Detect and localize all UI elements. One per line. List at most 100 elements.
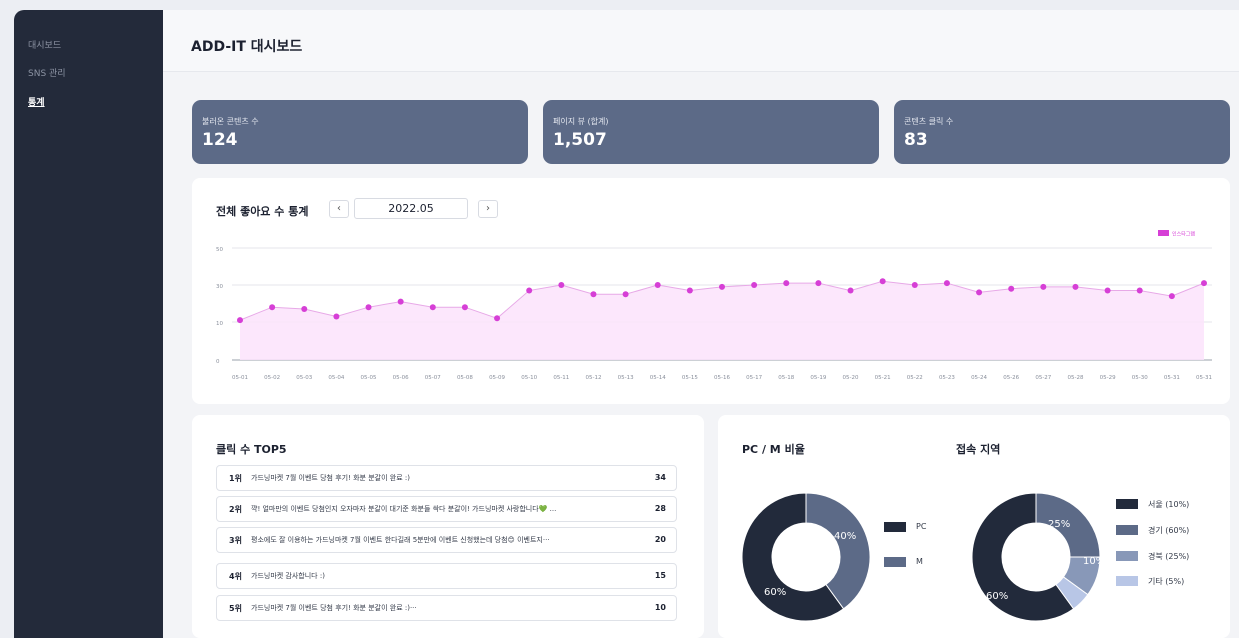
legend-swatch-etc xyxy=(1116,576,1138,586)
x-tick-label: 05-02 xyxy=(264,375,280,381)
row-title: 가드닝마켓 7월 이벤트 당첨 후기! 화분 분갈이 완료 :) xyxy=(251,474,410,482)
pie-charts-card: PC / M 비율 접속 지역 60% 40% 60% 25% 10% PC M 서울 … xyxy=(718,415,1230,638)
x-tick-label: 05-13 xyxy=(618,375,634,381)
legend-label-gyeongbuk: 경북 (25%) xyxy=(1148,552,1190,561)
sidebar: 대시보드 SNS 관리 통계 xyxy=(14,10,163,638)
stat-card-contents: 불러온 콘텐츠 수 124 xyxy=(192,100,528,164)
x-tick-label: 05-10 xyxy=(521,375,537,381)
data-point xyxy=(943,280,950,287)
legend-swatch-gyeonggi xyxy=(1116,525,1138,535)
x-tick-label: 05-24 xyxy=(971,375,987,381)
legend-label-gyeonggi: 경기 (60%) xyxy=(1148,526,1190,535)
slice-label: 25% xyxy=(1048,519,1070,530)
row-title: 가드닝마켓 7월 이벤트 당첨 후기! 화분 분갈이 완료 :)··· xyxy=(251,604,417,612)
data-point xyxy=(1104,287,1111,294)
top5-row[interactable]: 3위 평소에도 잘 이용하는 가드닝마켓 7월 이벤트 한다길래 5분만에 이벤… xyxy=(216,527,677,553)
stat-card-clicks: 콘텐츠 클릭 수 83 xyxy=(894,100,1230,164)
y-tick-label: 10 xyxy=(216,321,223,327)
data-point xyxy=(461,304,468,311)
row-count: 28 xyxy=(654,504,666,513)
data-point xyxy=(1008,285,1015,292)
row-title: 꺅! 얼마만의 이벤트 당첨인지 오자마자 분갈이 대기준 화분들 싹다 분갈이… xyxy=(251,505,557,513)
top5-row[interactable]: 5위 가드닝마켓 7월 이벤트 당첨 후기! 화분 분갈이 완료 :)··· 1… xyxy=(216,595,677,621)
stat-label: 콘텐츠 클릭 수 xyxy=(904,117,954,126)
slice-label: 40% xyxy=(834,531,856,542)
x-tick-label: 05-08 xyxy=(457,375,473,381)
data-point xyxy=(237,317,243,324)
data-point xyxy=(397,298,404,305)
row-rank: 4위 xyxy=(229,572,242,581)
legend-swatch-m xyxy=(884,557,906,567)
data-point xyxy=(1040,283,1047,290)
x-tick-label: 05-22 xyxy=(907,375,923,381)
x-tick-label: 05-20 xyxy=(843,375,859,381)
x-tick-label: 05-01 xyxy=(232,375,248,381)
data-point xyxy=(526,287,533,294)
top5-row[interactable]: 2위 꺅! 얼마만의 이벤트 당첨인지 오자마자 분갈이 대기준 화분들 싹다 … xyxy=(216,496,677,522)
x-tick-label: 05-15 xyxy=(682,375,698,381)
row-rank: 3위 xyxy=(229,536,242,545)
data-point xyxy=(911,282,918,288)
x-tick-label: 05-31 xyxy=(1196,375,1212,381)
data-point xyxy=(976,289,983,296)
data-point xyxy=(751,282,758,288)
data-point xyxy=(333,313,340,320)
likes-line-chart: 0 10 30 50 05-01 05-02 05-03 05-04 05-05 05-06 05-… xyxy=(216,230,1212,381)
legend-swatch-pc xyxy=(884,522,906,532)
x-tick-label: 05-26 xyxy=(1003,375,1019,381)
y-tick-label: 0 xyxy=(216,359,220,365)
sidebar-item-sns[interactable]: SNS 관리 xyxy=(28,66,66,79)
row-rank: 2위 xyxy=(229,505,242,514)
top5-title: 클릭 수 TOP5 xyxy=(216,443,287,456)
page-title: ADD-IT 대시보드 xyxy=(191,39,303,55)
x-tick-label: 05-31 xyxy=(1164,375,1180,381)
data-point xyxy=(269,304,276,311)
data-point xyxy=(590,291,597,298)
y-tick-label: 30 xyxy=(216,284,223,290)
row-title: 가드닝마켓 감사합니다 :) xyxy=(251,572,325,580)
x-tick-label: 05-03 xyxy=(296,375,312,381)
top5-row[interactable]: 1위 가드닝마켓 7월 이벤트 당첨 후기! 화분 분갈이 완료 :) 34 xyxy=(216,465,677,491)
stat-label: 페이지 뷰 (합계) xyxy=(553,117,609,126)
data-point xyxy=(1201,280,1207,287)
legend-label-m: M xyxy=(916,557,923,566)
legend-label-etc: 기타 (5%) xyxy=(1148,577,1185,586)
sidebar-item-dashboard[interactable]: 대시보드 xyxy=(28,38,61,51)
data-point xyxy=(558,282,565,288)
likes-chart-card: 전체 좋아요 수 통계 ‹ 2022.05 › 0 10 30 50 05-01 05-0… xyxy=(192,178,1230,404)
x-tick-label: 05-17 xyxy=(746,375,762,381)
area-fill xyxy=(240,281,1204,360)
legend-label-seoul: 서울 (10%) xyxy=(1148,500,1190,509)
sidebar-item-stats[interactable]: 통계 xyxy=(28,95,45,108)
data-point xyxy=(719,283,725,290)
stat-card-pageviews: 페이지 뷰 (합계) 1,507 xyxy=(543,100,879,164)
data-point xyxy=(879,278,886,285)
x-tick-label: 05-28 xyxy=(1067,375,1083,381)
data-point xyxy=(847,287,854,294)
x-tick-label: 05-12 xyxy=(585,375,601,381)
row-count: 20 xyxy=(654,535,666,544)
x-tick-label: 05-14 xyxy=(650,375,666,381)
data-point xyxy=(815,280,822,287)
x-tick-label: 05-29 xyxy=(1100,375,1116,381)
x-tick-label: 05-19 xyxy=(810,375,826,381)
x-tick-label: 05-11 xyxy=(553,375,569,381)
data-point xyxy=(1136,287,1143,294)
slice-label: 60% xyxy=(764,587,786,598)
data-point xyxy=(301,306,308,313)
data-point xyxy=(1168,293,1175,300)
data-point xyxy=(494,315,501,322)
stat-value: 124 xyxy=(202,130,238,150)
stat-label: 불러온 콘텐츠 수 xyxy=(202,117,259,126)
top5-row[interactable]: 4위 가드닝마켓 감사합니다 :) 15 xyxy=(216,563,677,589)
stat-value: 1,507 xyxy=(553,130,607,150)
stat-value: 83 xyxy=(904,130,928,150)
data-point xyxy=(686,287,693,294)
slice-label: 60% xyxy=(986,591,1008,602)
legend-label-pc: PC xyxy=(916,522,927,531)
data-point xyxy=(1072,283,1079,290)
row-count: 10 xyxy=(654,603,666,612)
data-point xyxy=(783,280,790,287)
x-tick-label: 05-05 xyxy=(361,375,377,381)
row-count: 34 xyxy=(654,473,666,482)
